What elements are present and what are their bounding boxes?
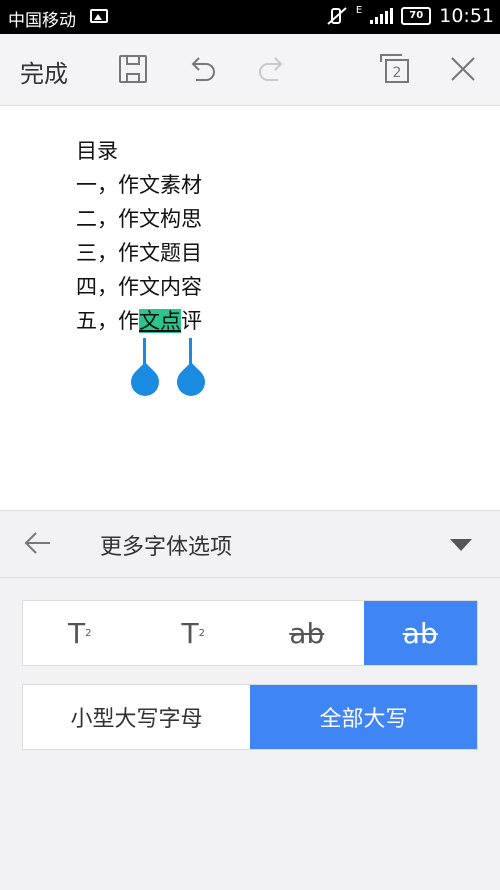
- font-options-panel: T2 T2 ab ab 小型大写字母 全部大写: [0, 578, 500, 890]
- font-options-title: 更多字体选项: [100, 535, 233, 560]
- strikethrough-button[interactable]: ab: [250, 601, 364, 665]
- status-bar: 中国移动 E 70 10:51: [0, 0, 500, 34]
- all-caps-button[interactable]: 全部大写: [250, 685, 477, 749]
- document-canvas[interactable]: 目录 一，作文素材 二，作文构思 三，作文题目 四，作文内容 五，作文点评: [0, 106, 500, 510]
- editor-toolbar: 完成 2: [0, 34, 500, 106]
- redo-icon[interactable]: [254, 52, 288, 86]
- page-count-label: 2: [393, 65, 402, 81]
- back-arrow-icon[interactable]: [22, 527, 54, 559]
- carrier-label: 中国移动: [8, 11, 76, 31]
- double-strikethrough-button[interactable]: ab: [363, 601, 477, 665]
- collapse-triangle-icon[interactable]: [450, 539, 472, 551]
- close-icon[interactable]: [446, 52, 480, 86]
- save-icon[interactable]: [116, 52, 150, 86]
- doc-line[interactable]: 目录: [76, 134, 202, 168]
- signal-icon: [370, 8, 394, 24]
- image-notification-icon: [90, 9, 108, 23]
- clock: 10:51: [439, 5, 494, 27]
- subscript-button[interactable]: T2: [137, 601, 251, 665]
- document-text[interactable]: 目录 一，作文素材 二，作文构思 三，作文题目 四，作文内容 五，作文点评: [76, 134, 202, 338]
- page-count-icon[interactable]: 2: [378, 52, 412, 86]
- doc-line[interactable]: 三，作文题目: [76, 236, 202, 270]
- doc-line[interactable]: 二，作文构思: [76, 202, 202, 236]
- undo-icon[interactable]: [186, 52, 220, 86]
- small-caps-button[interactable]: 小型大写字母: [23, 685, 250, 749]
- network-type: E: [355, 4, 363, 16]
- done-button[interactable]: 完成: [20, 54, 68, 89]
- text-selection[interactable]: 文点: [139, 309, 181, 333]
- text-before-selection: 五，作: [76, 309, 139, 333]
- doc-line-selected[interactable]: 五，作文点评: [76, 304, 202, 338]
- superscript-button[interactable]: T2: [23, 601, 137, 665]
- battery-icon: 70: [401, 7, 432, 25]
- doc-line[interactable]: 一，作文素材: [76, 168, 202, 202]
- text-after-selection: 评: [181, 309, 202, 333]
- doc-line[interactable]: 四，作文内容: [76, 270, 202, 304]
- caps-row: 小型大写字母 全部大写: [22, 684, 478, 750]
- font-options-header: 更多字体选项: [0, 510, 500, 578]
- script-strike-row: T2 T2 ab ab: [22, 600, 478, 666]
- status-icons: E 70 10:51: [326, 5, 494, 27]
- mute-vibrate-icon: [327, 7, 347, 25]
